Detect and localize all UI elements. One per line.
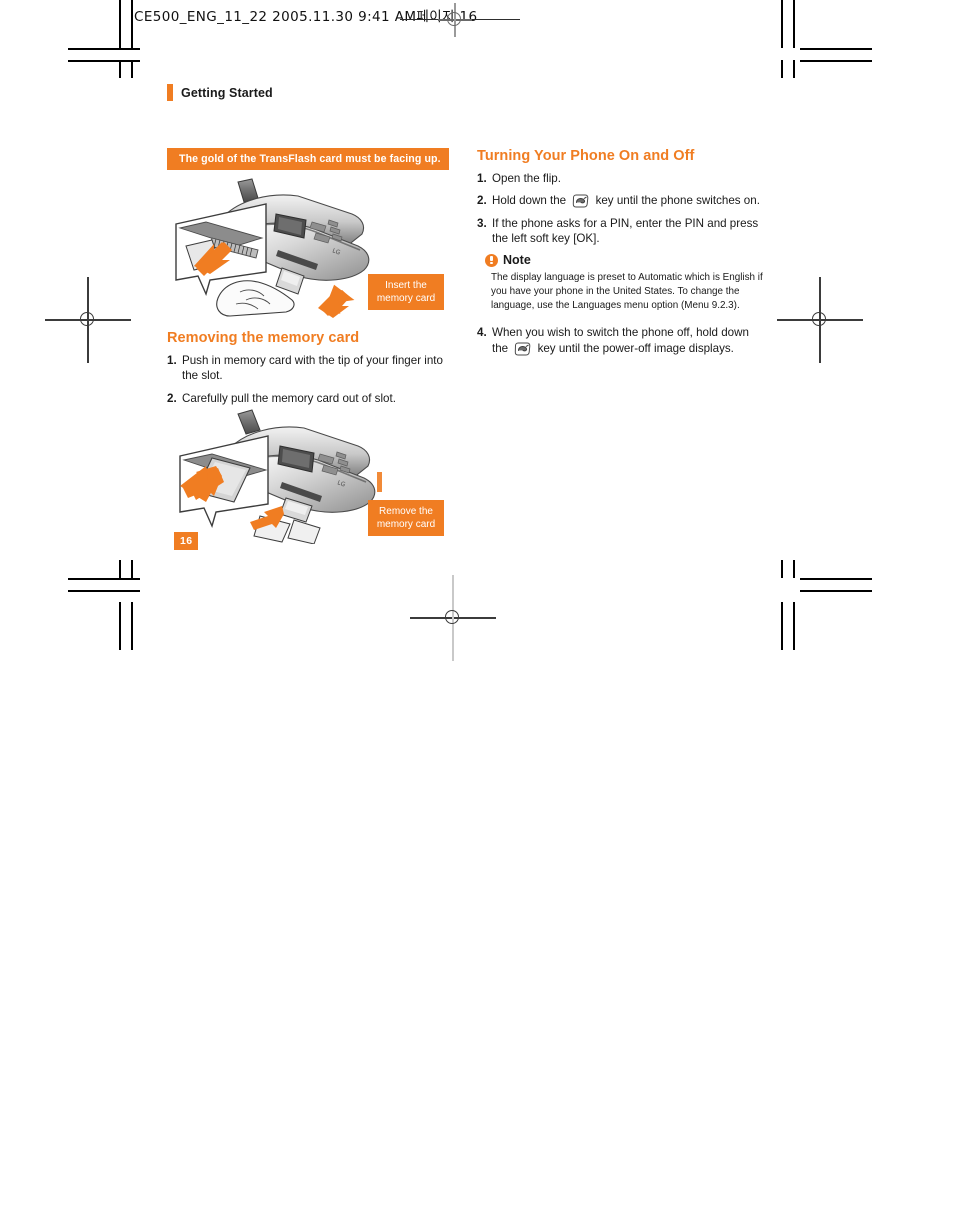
note-title: Note xyxy=(503,253,531,268)
step-text: Push in memory card with the tip of your… xyxy=(182,354,443,383)
callout-line-2: memory card xyxy=(376,293,436,305)
section-header: Getting Started xyxy=(167,84,273,101)
exclamation-circle-icon xyxy=(485,253,498,267)
document-page: CE500_ENG_11_22 2005.11.30 9:41 AM페이지 16… xyxy=(0,0,954,1217)
registration-mark-left xyxy=(45,277,131,363)
step-number: 2. xyxy=(167,391,177,405)
phone-memory-card-remove-illustration: LG xyxy=(172,406,382,545)
crop-mark-tl-h1 xyxy=(68,48,140,50)
crop-mark-tr-v3 xyxy=(781,60,783,78)
list-item: 2. Hold down the key until the phone swi… xyxy=(477,193,767,208)
callout-line-2: memory card xyxy=(376,519,436,531)
list-item: 1. Open the flip. xyxy=(477,171,767,186)
turning-phone-on-off-heading: Turning Your Phone On and Off xyxy=(477,148,695,164)
crop-mark-br-v1 xyxy=(781,602,783,650)
crop-mark-bl-v1 xyxy=(119,602,121,650)
crop-mark-tr-h2 xyxy=(800,60,872,62)
crop-mark-tl-v2 xyxy=(131,0,133,48)
list-item: 4. When you wish to switch the phone off… xyxy=(477,325,767,356)
step-number: 3. xyxy=(477,216,487,230)
transflash-notice-banner: The gold of the TransFlash card must be … xyxy=(167,148,449,170)
page-number-badge: 16 xyxy=(174,532,199,550)
list-item: 1. Push in memory card with the tip of y… xyxy=(167,353,452,384)
removing-memory-card-steps: 1. Push in memory card with the tip of y… xyxy=(167,353,452,406)
step-text: Open the flip. xyxy=(492,172,561,185)
print-header-rule-right xyxy=(470,19,520,21)
end-call-key-icon xyxy=(571,194,590,208)
crop-mark-tl-v4 xyxy=(131,60,133,78)
crop-mark-br-v3 xyxy=(781,560,783,578)
crop-mark-tr-h1 xyxy=(800,48,872,50)
crop-mark-tl-h2 xyxy=(68,60,140,62)
list-item: 3. If the phone asks for a PIN, enter th… xyxy=(477,216,767,247)
step-text: If the phone asks for a PIN, enter the P… xyxy=(492,216,759,245)
step-text-post: key until the phone switches on. xyxy=(592,194,760,208)
turning-phone-on-off-steps: 1. Open the flip. 2. Hold down the key u… xyxy=(477,171,767,246)
phone-memory-card-insert-illustration: LG xyxy=(166,176,376,318)
callout-line-1: Remove the xyxy=(379,506,433,517)
step-number: 2. xyxy=(477,194,487,208)
crop-mark-br-h2 xyxy=(800,590,872,592)
crop-mark-bl-h2 xyxy=(68,590,140,592)
crop-mark-tr-v2 xyxy=(793,0,795,48)
crop-mark-tr-v4 xyxy=(793,60,795,78)
step-text-post: key until the power-off image displays. xyxy=(534,341,734,355)
crop-mark-bl-v4 xyxy=(131,560,133,578)
turning-phone-off-step: 4. When you wish to switch the phone off… xyxy=(477,325,767,356)
callout-insert-memory-card: Insert the memory card xyxy=(368,274,444,311)
step-number: 4. xyxy=(477,326,487,340)
crop-mark-br-h1 xyxy=(800,578,872,580)
end-call-key-icon xyxy=(513,342,532,356)
print-file-header: CE500_ENG_11_22 2005.11.30 9:41 AM페이지 16 xyxy=(134,9,478,25)
step-number: 1. xyxy=(477,172,487,185)
step-text: Carefully pull the memory card out of sl… xyxy=(182,391,396,405)
crop-mark-tl-v3 xyxy=(119,60,121,78)
callout-remove-memory-card: Remove the memory card xyxy=(368,500,444,537)
registration-mark-header xyxy=(438,3,472,37)
right-column: Turning Your Phone On and Off 1. Open th… xyxy=(477,148,767,363)
note-body: The display language is preset to Automa… xyxy=(491,272,763,312)
crop-mark-bl-v3 xyxy=(119,560,121,578)
list-item: 2. Carefully pull the memory card out of… xyxy=(167,391,452,406)
removing-memory-card-heading: Removing the memory card xyxy=(167,330,360,346)
step-text-pre: Hold down the xyxy=(492,194,570,208)
section-accent-bar xyxy=(167,84,173,101)
crop-mark-tr-v1 xyxy=(781,0,783,48)
crop-mark-br-v2 xyxy=(793,602,795,650)
registration-mark-bottom xyxy=(410,575,496,661)
registration-mark-right xyxy=(777,277,863,363)
crop-mark-bl-v2 xyxy=(131,602,133,650)
crop-mark-br-v4 xyxy=(793,560,795,578)
step-number: 1. xyxy=(167,354,177,367)
note-block: Note The display language is preset to A… xyxy=(477,253,767,313)
note-header: Note xyxy=(485,253,767,267)
crop-mark-tl-v1 xyxy=(119,0,121,48)
section-title: Getting Started xyxy=(181,85,273,100)
callout-line-1: Insert the xyxy=(385,280,427,291)
crop-mark-bl-h1 xyxy=(68,578,140,580)
